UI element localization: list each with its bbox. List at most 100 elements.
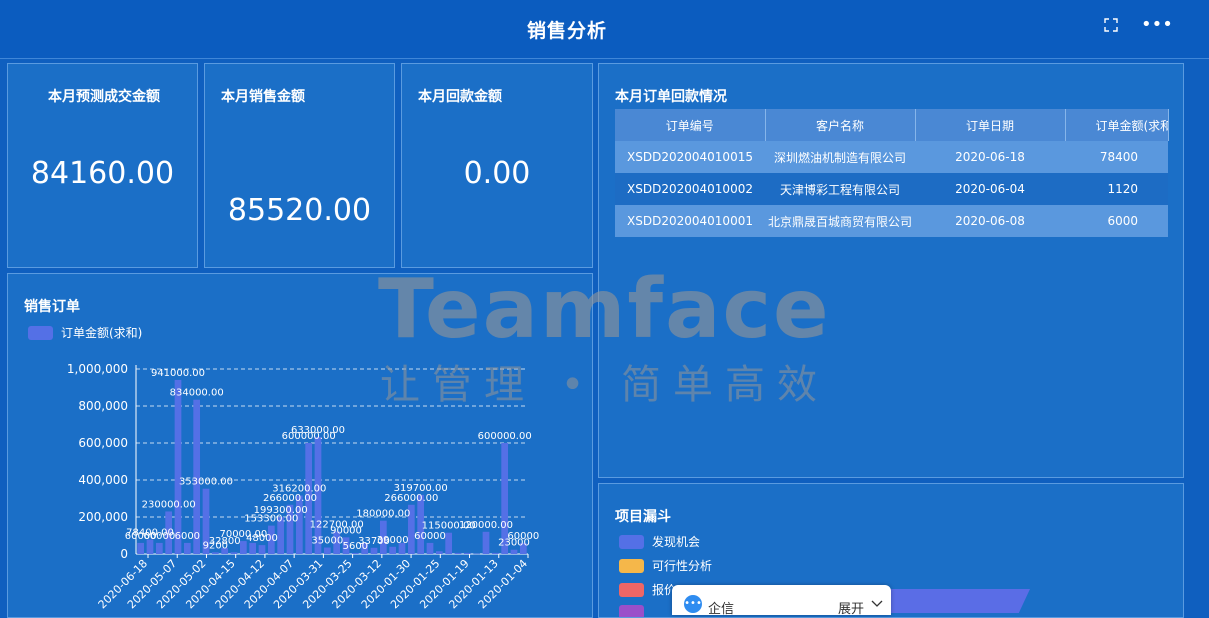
kpi-label: 本月回款金额 bbox=[418, 89, 502, 105]
order-id-cell: XSDD202004010015 bbox=[615, 141, 765, 173]
legend-swatch bbox=[28, 325, 53, 340]
x-tick-label: 2020-03-25 bbox=[300, 557, 354, 611]
funnel-legend-item[interactable]: 可行性分析 bbox=[619, 557, 712, 574]
chart-bar bbox=[267, 525, 275, 554]
column-header[interactable]: 订单金额(求和 bbox=[1065, 109, 1169, 141]
x-tick-label: 2020-01-30 bbox=[359, 557, 413, 611]
data-label: 834000.00 bbox=[170, 388, 224, 399]
chart-bar bbox=[202, 488, 210, 554]
chart-bar bbox=[323, 547, 331, 554]
data-label: 60000 bbox=[125, 531, 157, 542]
chart-bar bbox=[174, 379, 182, 554]
chat-expand-button[interactable]: 展开 bbox=[838, 598, 864, 617]
chart-bar bbox=[510, 549, 518, 554]
x-tick-label: 2020-01-13 bbox=[446, 557, 500, 611]
chart-legend[interactable]: 订单金额(求和) bbox=[28, 324, 142, 341]
legend-label: 订单金额(求和) bbox=[61, 326, 143, 340]
data-label: 266000.00 bbox=[384, 493, 438, 504]
data-label: 5600 bbox=[343, 541, 368, 552]
amount-cell: 1120 bbox=[1065, 173, 1168, 205]
chevron-down-icon[interactable] bbox=[871, 597, 883, 612]
funnel-legend-item[interactable]: 发现机会 bbox=[619, 533, 700, 550]
chart-bar bbox=[137, 542, 145, 554]
data-label: 180000.00 bbox=[356, 509, 410, 520]
chat-label: 企信 bbox=[708, 602, 735, 617]
chart-bar bbox=[333, 531, 341, 554]
data-label: 6000 bbox=[175, 531, 200, 542]
table-row[interactable]: XSDD202004010001 北京鼎晟百城商贸有限公司 2020-06-08… bbox=[615, 205, 1168, 237]
chart-bar bbox=[183, 542, 191, 554]
table-row[interactable]: XSDD202004010002 天津博彩工程有限公司 2020-06-04 1… bbox=[615, 173, 1168, 205]
chart-bar bbox=[435, 551, 443, 554]
data-label: 60000 bbox=[143, 531, 175, 542]
kpi-value: 84160.00 bbox=[30, 156, 175, 191]
data-label: 33700 bbox=[358, 536, 390, 547]
data-label: 941000.00 bbox=[151, 368, 205, 379]
kpi-value: 85520.00 bbox=[227, 193, 372, 228]
chart-bar bbox=[258, 545, 266, 554]
column-header[interactable]: 订单日期 bbox=[915, 109, 1066, 141]
chart-bar bbox=[407, 504, 415, 554]
data-label: 153300.00 bbox=[244, 514, 298, 525]
data-label: 319700.00 bbox=[394, 483, 448, 494]
legend-label: 发现机会 bbox=[652, 535, 701, 549]
chat-icon: ••• bbox=[684, 595, 702, 613]
legend-swatch bbox=[619, 534, 644, 549]
y-tick-label: 800,000 bbox=[78, 399, 128, 413]
x-tick-label: 2020-03-12 bbox=[330, 557, 384, 611]
data-label: 60000 bbox=[414, 531, 446, 542]
chart-bar bbox=[342, 537, 350, 554]
data-label: 32800 bbox=[209, 536, 241, 547]
x-tick-label: 2020-05-07 bbox=[125, 557, 179, 611]
column-header[interactable]: 客户名称 bbox=[765, 109, 916, 141]
data-label: 35000 bbox=[311, 536, 343, 547]
y-tick-label: 200,000 bbox=[78, 510, 128, 524]
data-label: 230000.00 bbox=[142, 499, 196, 510]
funnel-legend-item[interactable]: 报价 bbox=[619, 581, 676, 598]
page-title: 销售分析 bbox=[526, 20, 607, 42]
sales-panel-title: 销售订单 bbox=[24, 299, 80, 315]
funnel-panel-title: 项目漏斗 bbox=[615, 509, 671, 525]
y-tick-label: 600,000 bbox=[78, 436, 128, 450]
data-label: 120000.00 bbox=[459, 520, 513, 531]
x-tick-label: 2020-05-02 bbox=[154, 557, 208, 611]
data-label: 266000.00 bbox=[263, 493, 317, 504]
data-label: 90000 bbox=[330, 525, 362, 536]
chart-bar bbox=[445, 532, 453, 554]
chart-bar bbox=[165, 511, 173, 554]
more-dots-icon[interactable]: ••• bbox=[1141, 14, 1173, 35]
chart-bar bbox=[314, 436, 322, 554]
amount-cell: 6000 bbox=[1065, 205, 1168, 237]
y-tick-label: 1,000,000 bbox=[67, 362, 128, 376]
orders-panel: 本月订单回款情况 订单编号 客户名称 订单日期 订单金额(求和 XSDD2020… bbox=[598, 63, 1184, 478]
column-header[interactable]: 订单编号 bbox=[615, 109, 766, 141]
data-label: 70000.00 bbox=[219, 529, 267, 540]
chart-bar bbox=[193, 399, 201, 554]
legend-swatch bbox=[619, 582, 644, 597]
order-id-cell: XSDD202004010001 bbox=[615, 205, 765, 237]
chat-bar[interactable]: ••• 企信 展开 bbox=[672, 585, 891, 617]
chart-bar bbox=[249, 542, 257, 554]
date-cell: 2020-06-08 bbox=[915, 205, 1065, 237]
x-tick-label: 2020-04-07 bbox=[242, 557, 296, 611]
chart-bar bbox=[239, 541, 247, 554]
chart-bar bbox=[155, 542, 163, 554]
x-tick-label: 2020-01-04 bbox=[476, 557, 530, 611]
legend-label: 可行性分析 bbox=[652, 559, 713, 573]
chart-bar bbox=[482, 531, 490, 554]
table-row[interactable]: XSDD202004010015 深圳燃油机制造有限公司 2020-06-18 … bbox=[615, 141, 1168, 173]
data-label: 353000.00 bbox=[179, 477, 233, 488]
y-tick-label: 400,000 bbox=[78, 473, 128, 487]
x-tick-label: 2020-06-18 bbox=[96, 557, 150, 611]
fullscreen-icon[interactable] bbox=[1104, 18, 1118, 36]
date-cell: 2020-06-04 bbox=[915, 173, 1065, 205]
data-label: 48000 bbox=[246, 533, 278, 544]
data-label: 78400.00 bbox=[126, 527, 174, 538]
kpi-label: 本月销售金额 bbox=[221, 89, 305, 105]
funnel-stage-shape[interactable] bbox=[890, 589, 1030, 613]
chart-bar bbox=[295, 495, 303, 554]
data-label: 9200 bbox=[203, 540, 228, 551]
customer-cell: 天津博彩工程有限公司 bbox=[765, 173, 915, 205]
data-label: 600000.00 bbox=[478, 431, 532, 442]
x-tick-label: 2020-04-15 bbox=[183, 557, 237, 611]
